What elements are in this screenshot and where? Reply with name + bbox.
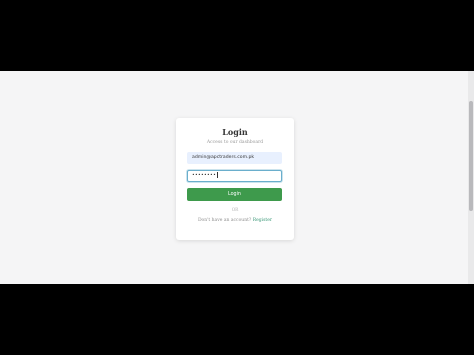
text-caret [217, 171, 218, 178]
email-field[interactable]: admin@apctraders.com.pk [187, 152, 282, 164]
register-link[interactable]: Register [253, 218, 272, 223]
login-subtitle: Access to our dashboard [206, 140, 264, 145]
browser-viewport: Login Access to our dashboard admin@apct… [0, 71, 474, 284]
scrollbar-thumb[interactable] [469, 101, 473, 211]
login-title: Login [222, 127, 248, 137]
login-button[interactable]: Login [187, 188, 282, 201]
vertical-scrollbar[interactable] [468, 71, 474, 284]
register-prompt: Don't have an account? Register [176, 218, 294, 223]
login-card: Login Access to our dashboard admin@apct… [176, 118, 294, 240]
email-value: admin@apctraders.com.pk [192, 155, 255, 160]
or-divider-text: OR [231, 207, 239, 212]
no-account-text: Don't have an account? [197, 218, 252, 223]
password-value: •••••••• [192, 173, 217, 178]
password-field[interactable]: •••••••• [187, 170, 282, 182]
